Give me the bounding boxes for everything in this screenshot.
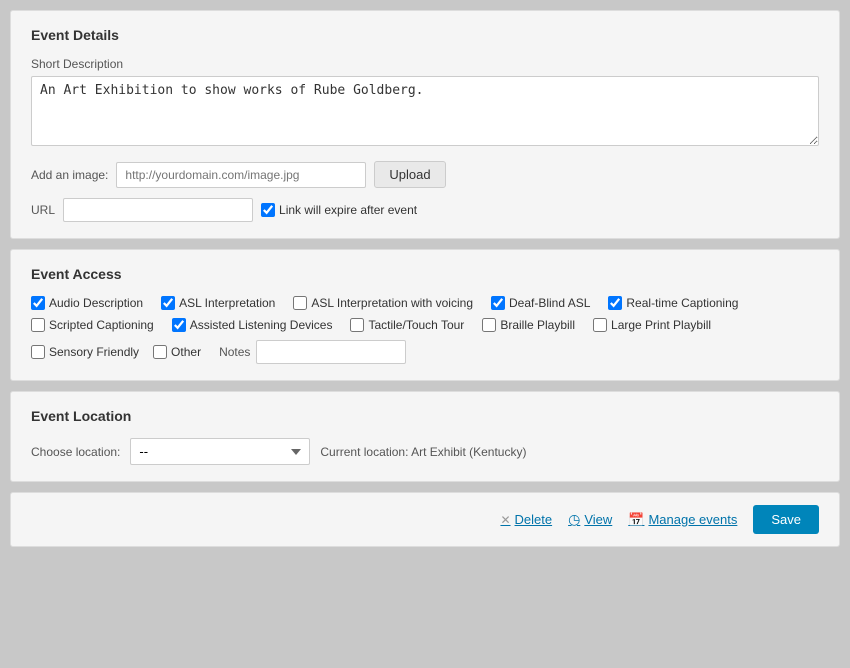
- location-row: Choose location: -- Current location: Ar…: [31, 438, 819, 465]
- asl-voicing-checkbox[interactable]: [293, 296, 307, 310]
- delete-icon: ✕: [500, 513, 510, 527]
- image-url-input[interactable]: [116, 162, 366, 188]
- main-container: Event Details Short Description An Art E…: [10, 10, 840, 547]
- notes-label: Notes: [219, 345, 250, 359]
- asl-interp-label[interactable]: ASL Interpretation: [161, 296, 275, 310]
- large-print-label[interactable]: Large Print Playbill: [593, 318, 711, 332]
- sensory-checkbox[interactable]: [31, 345, 45, 359]
- url-row: URL Link will expire after event: [31, 198, 819, 222]
- choose-location-label: Choose location:: [31, 445, 120, 459]
- current-location: Current location: Art Exhibit (Kentucky): [320, 445, 526, 459]
- event-details-card: Event Details Short Description An Art E…: [10, 10, 840, 239]
- access-row-2: Scripted Captioning Assisted Listening D…: [31, 318, 819, 332]
- braille-label[interactable]: Braille Playbill: [482, 318, 575, 332]
- event-details-title: Event Details: [31, 27, 819, 43]
- upload-button[interactable]: Upload: [374, 161, 445, 188]
- event-access-card: Event Access Audio Description ASL Inter…: [10, 249, 840, 381]
- access-row-3: Sensory Friendly Other Notes: [31, 340, 819, 364]
- url-input[interactable]: [63, 198, 253, 222]
- realtime-cap-checkbox[interactable]: [608, 296, 622, 310]
- manage-events-link[interactable]: 📅 Manage events: [628, 512, 737, 528]
- audio-desc-label[interactable]: Audio Description: [31, 296, 143, 310]
- tactile-tour-checkbox[interactable]: [350, 318, 364, 332]
- link-expire-checkbox[interactable]: [261, 203, 275, 217]
- save-button[interactable]: Save: [753, 505, 819, 534]
- tactile-tour-label[interactable]: Tactile/Touch Tour: [350, 318, 464, 332]
- large-print-checkbox[interactable]: [593, 318, 607, 332]
- realtime-cap-label[interactable]: Real-time Captioning: [608, 296, 738, 310]
- event-location-title: Event Location: [31, 408, 819, 424]
- assisted-listen-checkbox[interactable]: [172, 318, 186, 332]
- access-row-1: Audio Description ASL Interpretation ASL…: [31, 296, 819, 310]
- view-link[interactable]: ◷ View: [568, 511, 612, 528]
- event-location-card: Event Location Choose location: -- Curre…: [10, 391, 840, 482]
- scripted-cap-label[interactable]: Scripted Captioning: [31, 318, 154, 332]
- url-label: URL: [31, 203, 55, 217]
- braille-checkbox[interactable]: [482, 318, 496, 332]
- short-desc-input[interactable]: An Art Exhibition to show works of Rube …: [31, 76, 819, 146]
- short-desc-label: Short Description: [31, 57, 819, 71]
- audio-desc-checkbox[interactable]: [31, 296, 45, 310]
- other-label[interactable]: Other: [153, 345, 201, 359]
- calendar-icon: 📅: [628, 512, 644, 528]
- link-expire-label[interactable]: Link will expire after event: [261, 203, 417, 217]
- add-image-label: Add an image:: [31, 168, 108, 182]
- bottom-bar: ✕ Delete ◷ View 📅 Manage events Save: [10, 492, 840, 547]
- asl-interp-checkbox[interactable]: [161, 296, 175, 310]
- asl-voicing-label[interactable]: ASL Interpretation with voicing: [293, 296, 473, 310]
- image-row: Add an image: Upload: [31, 161, 819, 188]
- sensory-label[interactable]: Sensory Friendly: [31, 345, 139, 359]
- assisted-listen-label[interactable]: Assisted Listening Devices: [172, 318, 333, 332]
- scripted-cap-checkbox[interactable]: [31, 318, 45, 332]
- location-select[interactable]: --: [130, 438, 310, 465]
- deaf-blind-checkbox[interactable]: [491, 296, 505, 310]
- monitor-icon: ◷: [568, 511, 580, 528]
- other-checkbox[interactable]: [153, 345, 167, 359]
- event-access-title: Event Access: [31, 266, 819, 282]
- deaf-blind-label[interactable]: Deaf-Blind ASL: [491, 296, 590, 310]
- notes-input[interactable]: [256, 340, 406, 364]
- delete-link[interactable]: ✕ Delete: [500, 512, 552, 527]
